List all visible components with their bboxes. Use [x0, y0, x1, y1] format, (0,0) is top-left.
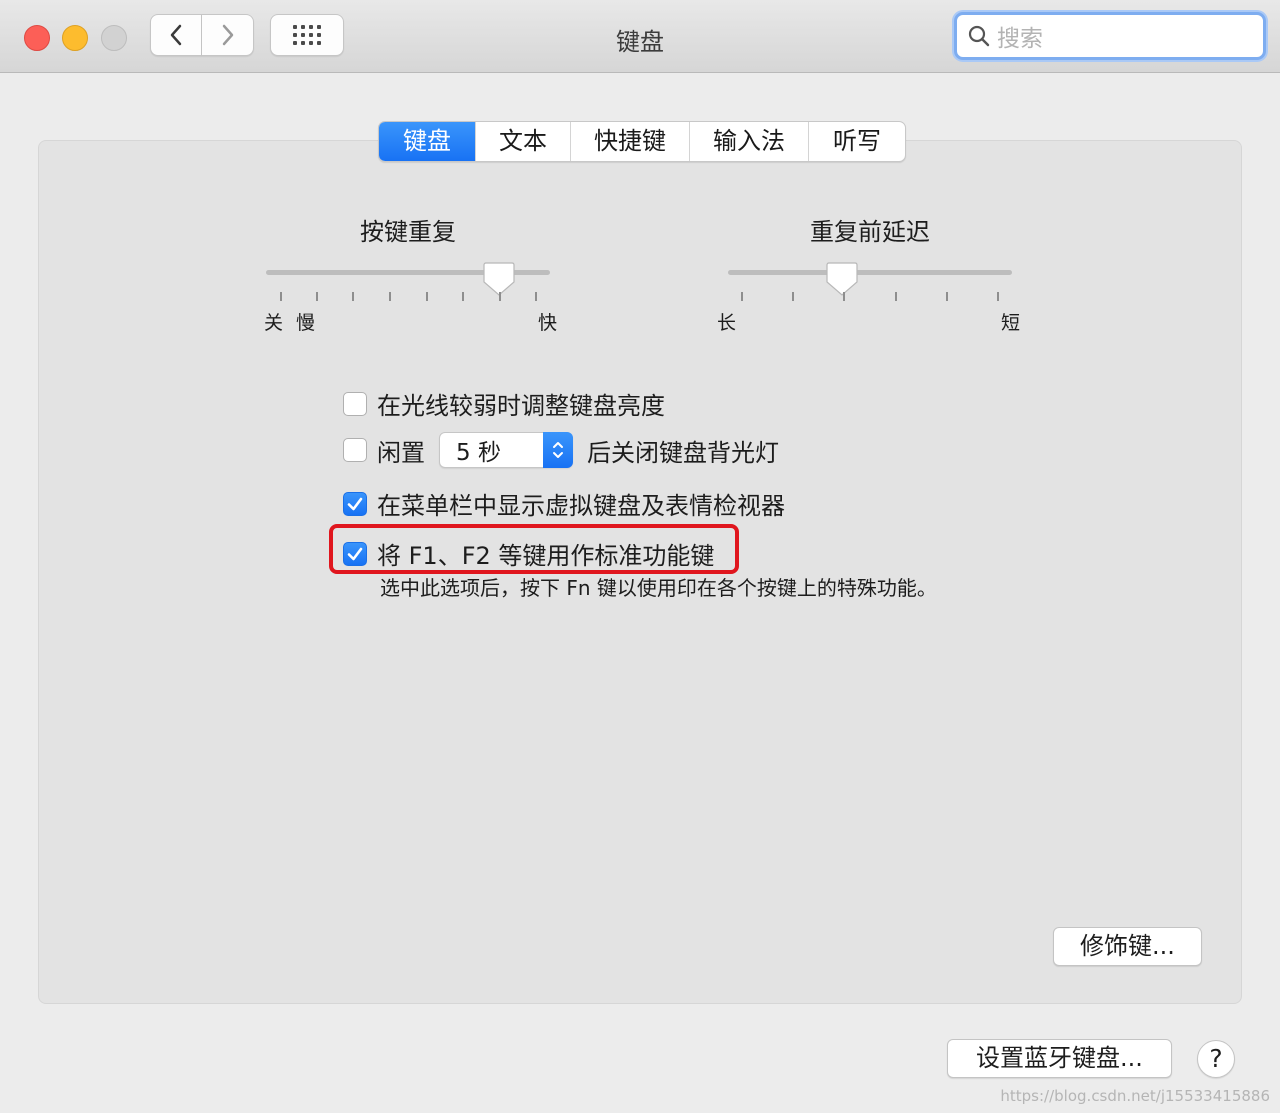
tick-mark	[316, 292, 318, 301]
tab-text[interactable]: 文本	[475, 122, 570, 161]
key-repeat-slow-label: 慢	[296, 312, 316, 334]
tick-mark	[280, 292, 282, 301]
tick-mark	[843, 292, 845, 301]
updown-arrows-icon	[543, 432, 573, 468]
tick-mark	[535, 292, 537, 301]
fn-keys-checkbox[interactable]	[343, 541, 367, 566]
adjust-brightness-option[interactable]: 在光线较弱时调整键盘亮度	[343, 386, 665, 421]
search-placeholder: 搜索	[997, 26, 1043, 52]
tick-mark	[741, 292, 743, 301]
backlight-off-label-before: 闲置	[377, 438, 425, 467]
chevron-right-icon	[222, 24, 233, 46]
delay-short-label: 短	[1001, 312, 1021, 334]
back-button[interactable]	[150, 14, 202, 56]
help-button[interactable]: ?	[1197, 1040, 1235, 1078]
tick-mark	[997, 292, 999, 301]
tick-mark	[462, 292, 464, 301]
search-icon	[968, 25, 990, 47]
chevron-left-icon	[170, 24, 182, 46]
tab-shortcuts[interactable]: 快捷键	[570, 122, 689, 161]
tick-mark	[946, 292, 948, 301]
tick-mark	[352, 292, 354, 301]
search-field[interactable]: 搜索	[954, 12, 1266, 60]
key-repeat-title: 按键重复	[360, 218, 456, 246]
backlight-off-checkbox[interactable]	[343, 438, 367, 462]
tick-mark	[895, 292, 897, 301]
checkmark-icon	[347, 497, 363, 510]
tick-mark	[792, 292, 794, 301]
tab-keyboard[interactable]: 键盘	[379, 122, 475, 161]
tick-mark	[389, 292, 391, 301]
tab-input-sources[interactable]: 输入法	[689, 122, 808, 161]
watermark-text: https://blog.csdn.net/j15533415886	[1000, 1087, 1270, 1105]
adjust-brightness-label: 在光线较弱时调整键盘亮度	[377, 392, 665, 420]
window-title: 键盘	[616, 28, 664, 56]
tab-bar: 键盘 文本 快捷键 输入法 听写	[378, 121, 906, 162]
checkmark-icon	[347, 547, 363, 560]
modifier-keys-button[interactable]: 修饰键...	[1053, 927, 1202, 966]
key-repeat-off-label: 关	[264, 312, 284, 334]
setup-bluetooth-keyboard-button[interactable]: 设置蓝牙键盘...	[947, 1039, 1172, 1078]
tab-dictation[interactable]: 听写	[808, 122, 905, 161]
backlight-off-label-after: 后关闭键盘背光灯	[587, 438, 779, 467]
delay-until-repeat-title: 重复前延迟	[810, 218, 930, 246]
key-repeat-fast-label: 快	[538, 312, 558, 334]
fn-keys-option[interactable]: 将 F1、F2 等键用作标准功能键	[343, 536, 714, 571]
key-repeat-slider-thumb[interactable]	[483, 262, 515, 296]
fn-keys-description: 选中此选项后，按下 Fn 键以使用印在各个按键上的特殊功能。	[380, 576, 937, 600]
title-bar: 键盘 搜索	[0, 0, 1280, 73]
tick-mark	[426, 292, 428, 301]
idle-time-value: 5 秒	[456, 440, 501, 466]
delay-until-repeat-track[interactable]	[728, 270, 1012, 275]
fn-keys-label: 将 F1、F2 等键用作标准功能键	[377, 542, 715, 570]
delay-long-label: 长	[717, 312, 737, 334]
minimize-window-button[interactable]	[62, 25, 88, 51]
show-viewer-label: 在菜单栏中显示虚拟键盘及表情检视器	[377, 492, 785, 520]
delay-until-repeat-slider-thumb[interactable]	[825, 262, 858, 296]
grid-icon	[293, 25, 321, 45]
forward-button[interactable]	[202, 14, 254, 56]
adjust-brightness-checkbox[interactable]	[343, 391, 367, 416]
show-viewer-checkbox[interactable]	[343, 491, 367, 516]
backlight-off-option[interactable]: 闲置 5 秒 后关闭键盘背光灯	[343, 432, 779, 468]
show-viewer-option[interactable]: 在菜单栏中显示虚拟键盘及表情检视器	[343, 486, 785, 521]
tick-mark	[499, 292, 501, 301]
show-all-button[interactable]	[270, 14, 344, 56]
idle-time-popup[interactable]: 5 秒	[439, 432, 573, 468]
zoom-window-button[interactable]	[101, 25, 127, 51]
close-window-button[interactable]	[24, 25, 50, 51]
